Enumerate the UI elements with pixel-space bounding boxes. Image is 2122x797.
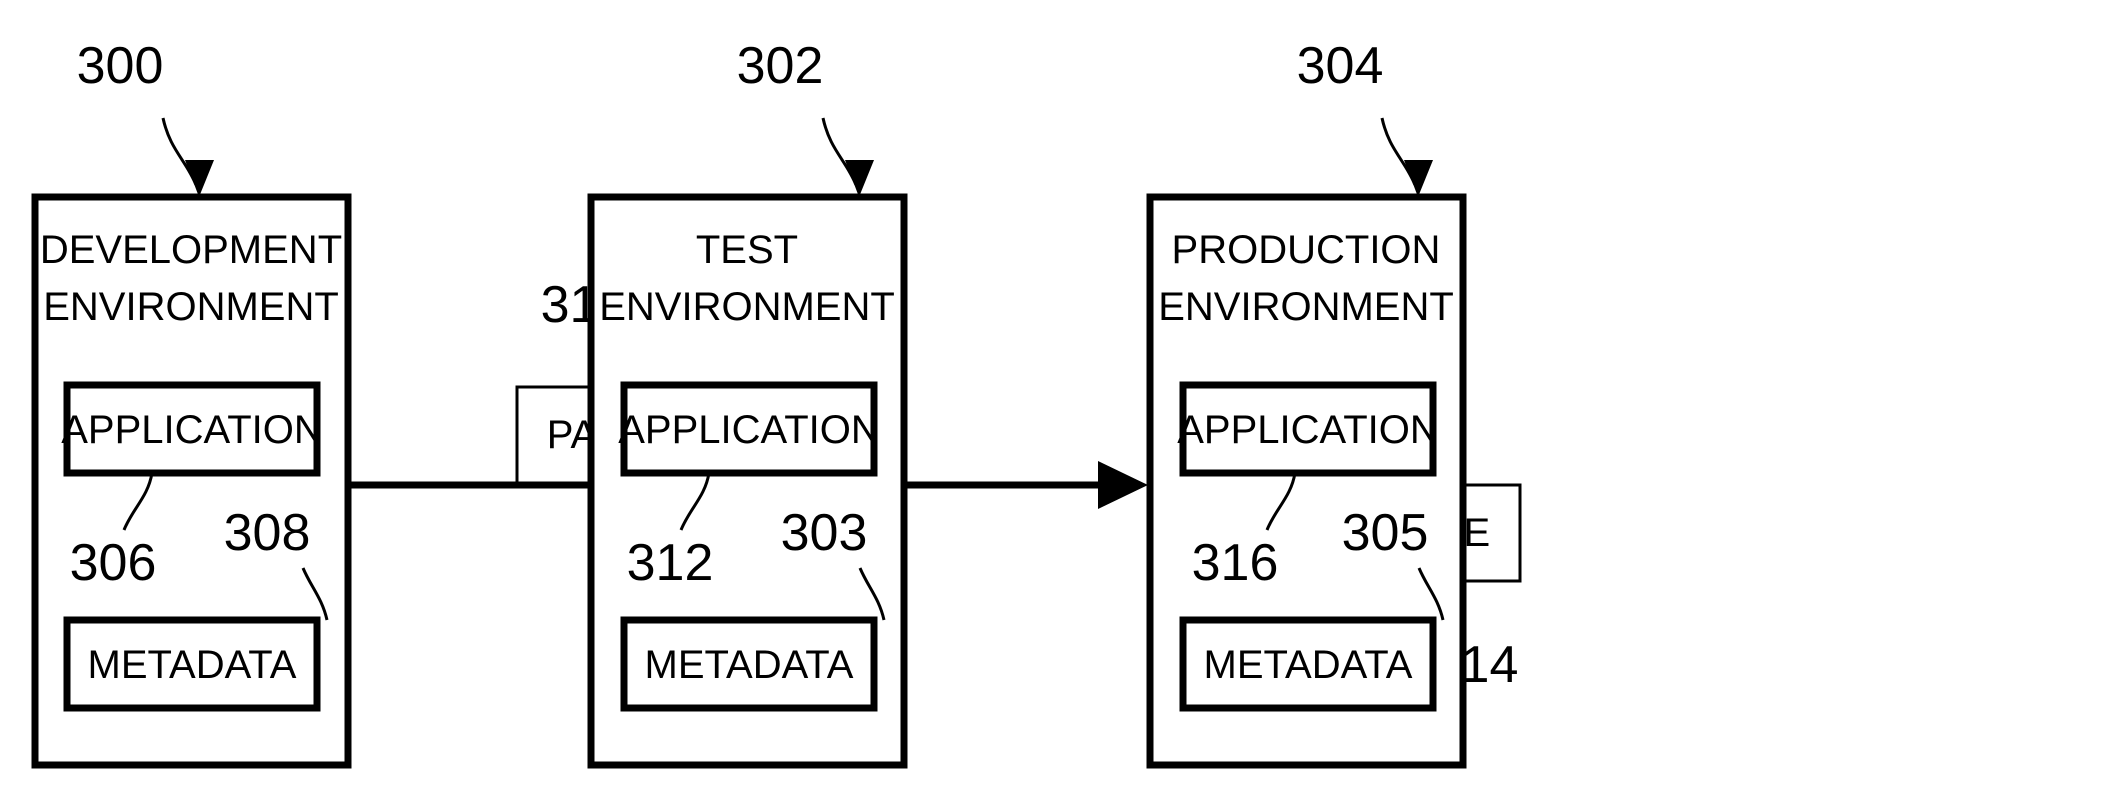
production-environment-title-line1: PRODUCTION <box>1172 228 1441 272</box>
test-environment-title-line2: ENVIRONMENT <box>599 285 895 329</box>
ref-number-308: 308 <box>224 504 311 562</box>
test-application-label: APPLICATION <box>618 408 880 452</box>
development-metadata-label: METADATA <box>88 643 297 687</box>
ref-number-302: 302 <box>737 37 824 95</box>
ref-number-316: 316 <box>1192 534 1279 592</box>
ref-number-312: 312 <box>627 534 714 592</box>
development-environment-title-line2: ENVIRONMENT <box>43 285 339 329</box>
production-application-label: APPLICATION <box>1177 408 1439 452</box>
patent-figure-diagram: PACKAGE 310 PACKAGE 314 DEVELOPMENT ENVI… <box>0 0 2122 797</box>
test-environment-title-line1: TEST <box>696 228 798 272</box>
ref-number-303: 303 <box>781 504 868 562</box>
ref-arrow-head-304 <box>1404 160 1433 197</box>
environment-box-development: DEVELOPMENT ENVIRONMENT APPLICATION 306 … <box>31 37 352 769</box>
environment-box-production: PRODUCTION ENVIRONMENT APPLICATION 316 M… <box>1146 37 1467 769</box>
environment-box-test: TEST ENVIRONMENT APPLICATION 312 METADAT… <box>587 37 908 769</box>
test-metadata-label: METADATA <box>645 643 854 687</box>
ref-arrow-head-300 <box>185 160 214 197</box>
ref-number-300: 300 <box>77 37 164 95</box>
flow-arrow-test-to-prod <box>906 461 1148 509</box>
ref-arrow-head-302 <box>845 160 874 197</box>
production-metadata-label: METADATA <box>1204 643 1413 687</box>
ref-number-305: 305 <box>1342 504 1429 562</box>
development-application-label: APPLICATION <box>61 408 323 452</box>
development-environment-title-line1: DEVELOPMENT <box>40 228 342 272</box>
ref-number-304: 304 <box>1297 37 1384 95</box>
diagram-canvas: PACKAGE 310 PACKAGE 314 DEVELOPMENT ENVI… <box>31 37 1522 769</box>
ref-number-306: 306 <box>70 534 157 592</box>
production-environment-title-line2: ENVIRONMENT <box>1158 285 1454 329</box>
arrow-head-2 <box>1098 461 1148 509</box>
